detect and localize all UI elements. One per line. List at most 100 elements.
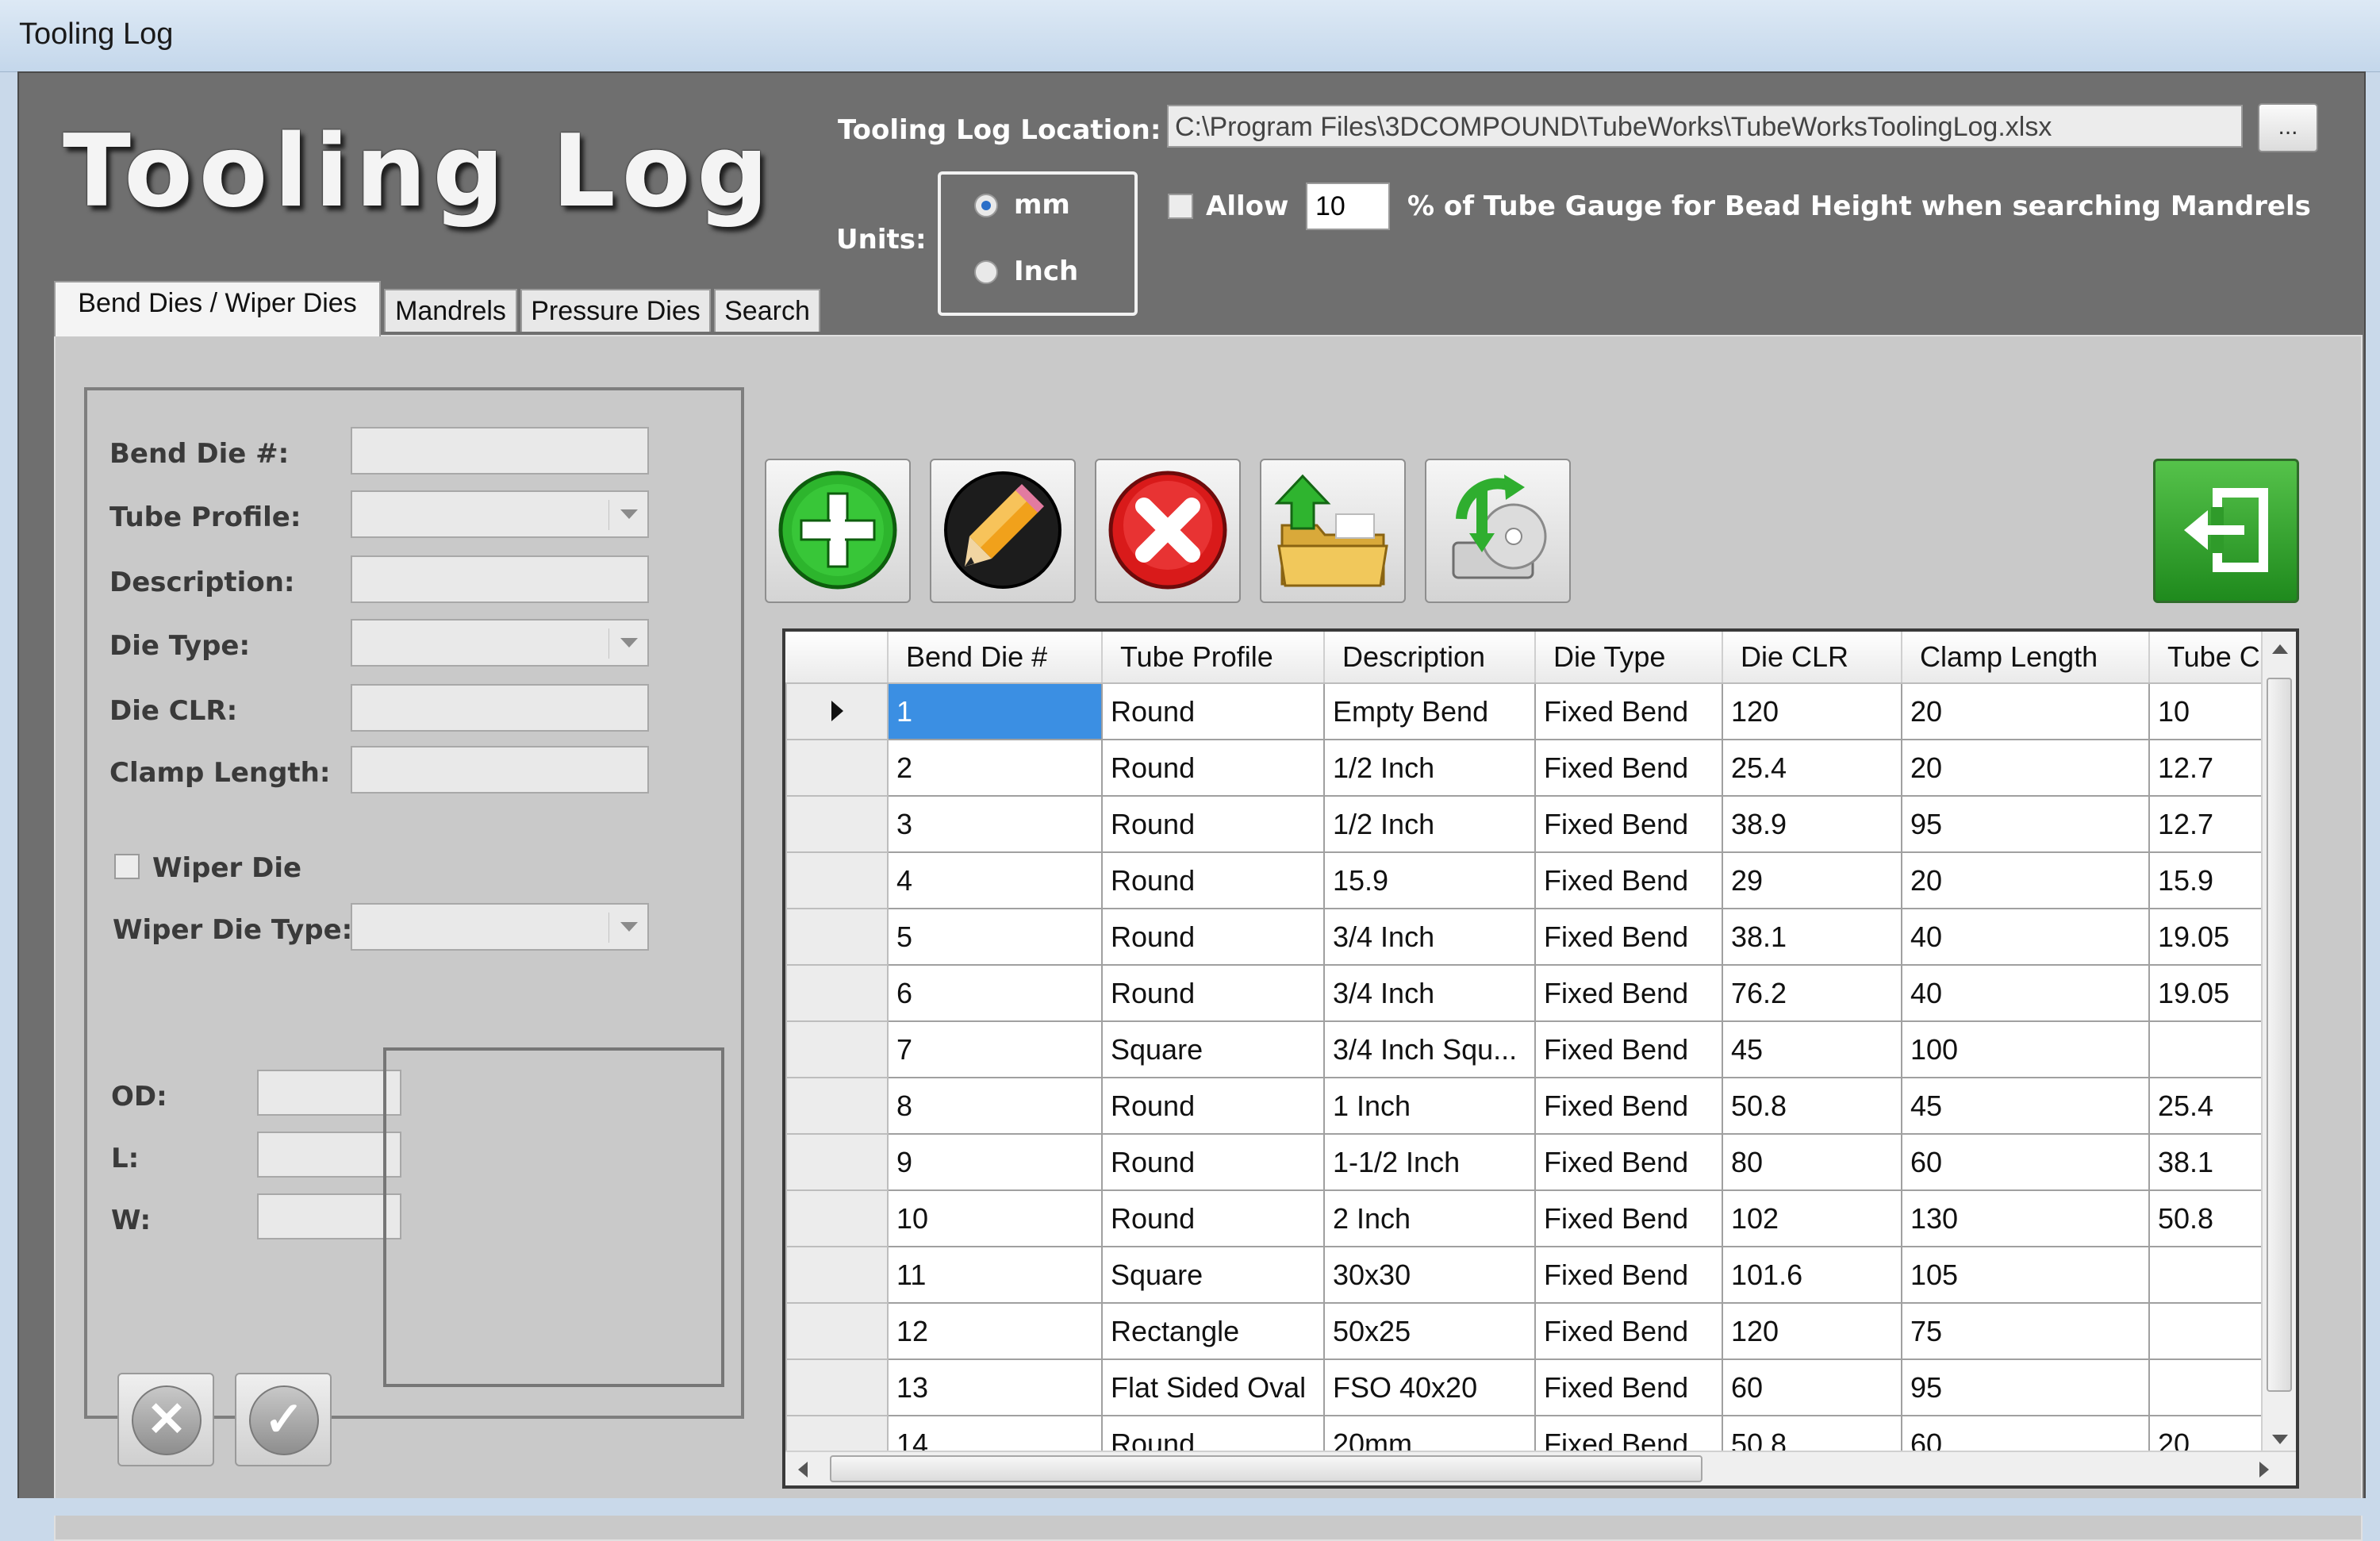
units-inch-radio[interactable] bbox=[974, 260, 998, 284]
table-cell[interactable]: 1/2 Inch bbox=[1323, 795, 1536, 853]
table-row[interactable]: 9 Round 1-1/2 Inch Fixed Bend 80 60 38.1 bbox=[785, 1133, 2263, 1191]
chevron-down-icon[interactable] bbox=[620, 638, 638, 648]
table-cell[interactable]: 2 Inch bbox=[1323, 1189, 1536, 1247]
table-cell[interactable]: Fixed Bend bbox=[1534, 1246, 1723, 1304]
column-header-tube[interactable]: Tube C bbox=[2149, 632, 2263, 684]
table-cell[interactable]: 5 bbox=[887, 908, 1103, 966]
wiper-die-type-select[interactable] bbox=[351, 903, 649, 951]
table-cell[interactable]: 20 bbox=[1901, 739, 2150, 797]
table-cell[interactable]: 40 bbox=[1901, 908, 2150, 966]
table-cell[interactable]: 10 bbox=[887, 1189, 1103, 1247]
row-header[interactable] bbox=[785, 1358, 889, 1416]
wiper-die-checkbox[interactable] bbox=[114, 854, 140, 879]
allow-checkbox[interactable] bbox=[1168, 194, 1193, 219]
die-clr-input[interactable] bbox=[351, 684, 649, 732]
table-cell[interactable]: 60 bbox=[1722, 1358, 1902, 1416]
row-header[interactable] bbox=[785, 851, 889, 909]
table-cell[interactable]: Fixed Bend bbox=[1534, 1077, 1723, 1135]
table-cell[interactable]: 4 bbox=[887, 851, 1103, 909]
table-cell[interactable]: 8 bbox=[887, 1077, 1103, 1135]
table-cell[interactable]: 13 bbox=[887, 1358, 1103, 1416]
column-header-bend-die[interactable]: Bend Die # bbox=[888, 632, 1103, 684]
table-row[interactable]: 10 Round 2 Inch Fixed Bend 102 130 50.8 bbox=[785, 1189, 2263, 1247]
row-header[interactable] bbox=[785, 795, 889, 853]
table-cell[interactable]: 60 bbox=[1901, 1133, 2150, 1191]
units-mm-label[interactable]: mm bbox=[1014, 189, 1070, 221]
bend-die-number-input[interactable] bbox=[351, 427, 649, 475]
tab-bend-dies[interactable]: Bend Dies / Wiper Dies bbox=[54, 281, 381, 336]
table-cell[interactable] bbox=[2148, 1302, 2263, 1360]
column-header-tube-profile[interactable]: Tube Profile bbox=[1102, 632, 1325, 684]
table-cell[interactable]: 38.9 bbox=[1722, 795, 1902, 853]
table-cell[interactable]: 95 bbox=[1901, 795, 2150, 853]
table-cell[interactable]: 15.9 bbox=[2148, 851, 2263, 909]
table-cell[interactable]: 12 bbox=[887, 1302, 1103, 1360]
table-cell[interactable]: 1 bbox=[887, 682, 1103, 740]
table-row[interactable]: 13 Flat Sided Oval FSO 40x20 Fixed Bend 60 95 bbox=[785, 1358, 2263, 1416]
table-cell[interactable]: 25.4 bbox=[2148, 1077, 2263, 1135]
table-cell[interactable]: 3/4 Inch bbox=[1323, 964, 1536, 1022]
table-cell[interactable]: 45 bbox=[1901, 1077, 2150, 1135]
description-input[interactable] bbox=[351, 555, 649, 603]
scroll-down-icon[interactable] bbox=[2272, 1435, 2288, 1444]
row-header[interactable] bbox=[785, 1020, 889, 1078]
table-row[interactable]: 7 Square 3/4 Inch Squ... Fixed Bend 45 100 bbox=[785, 1020, 2263, 1078]
table-row[interactable]: 1 Round Empty Bend Fixed Bend 120 20 10 bbox=[785, 682, 2263, 740]
tube-profile-select[interactable] bbox=[351, 490, 649, 538]
table-row[interactable]: 5 Round 3/4 Inch Fixed Bend 38.1 40 19.05 bbox=[785, 908, 2263, 966]
table-cell[interactable]: Rectangle bbox=[1101, 1302, 1325, 1360]
edit-button[interactable] bbox=[930, 459, 1076, 603]
table-cell[interactable]: 50.8 bbox=[2148, 1189, 2263, 1247]
table-cell[interactable]: Fixed Bend bbox=[1534, 795, 1723, 853]
table-cell[interactable]: Fixed Bend bbox=[1534, 739, 1723, 797]
table-cell[interactable]: Fixed Bend bbox=[1534, 1358, 1723, 1416]
table-cell[interactable]: 29 bbox=[1722, 851, 1902, 909]
scroll-up-icon[interactable] bbox=[2272, 644, 2288, 654]
column-header-description[interactable]: Description bbox=[1324, 632, 1536, 684]
clamp-length-input[interactable] bbox=[351, 746, 649, 794]
table-cell[interactable] bbox=[2148, 1246, 2263, 1304]
table-cell[interactable]: Round bbox=[1101, 1133, 1325, 1191]
table-cell[interactable]: 105 bbox=[1901, 1246, 2150, 1304]
table-cell[interactable]: 7 bbox=[887, 1020, 1103, 1078]
table-cell[interactable]: 102 bbox=[1722, 1189, 1902, 1247]
table-row[interactable]: 11 Square 30x30 Fixed Bend 101.6 105 bbox=[785, 1246, 2263, 1304]
confirm-edit-button[interactable]: ✓ bbox=[235, 1373, 332, 1466]
table-cell[interactable]: Round bbox=[1101, 739, 1325, 797]
table-cell[interactable]: 50.8 bbox=[1722, 1077, 1902, 1135]
location-path-field[interactable]: C:\Program Files\3DCOMPOUND\TubeWorks\Tu… bbox=[1167, 105, 2243, 148]
units-mm-radio[interactable] bbox=[974, 194, 998, 217]
table-cell[interactable]: Round bbox=[1101, 1077, 1325, 1135]
bead-height-percent-input[interactable]: 10 bbox=[1306, 183, 1390, 230]
row-header[interactable] bbox=[785, 1133, 889, 1191]
grid-vertical-scrollbar[interactable] bbox=[2261, 632, 2296, 1457]
scroll-left-icon[interactable] bbox=[798, 1462, 808, 1478]
table-cell[interactable] bbox=[2148, 1020, 2263, 1078]
w-input[interactable] bbox=[257, 1193, 401, 1239]
table-cell[interactable]: 101.6 bbox=[1722, 1246, 1902, 1304]
row-header[interactable] bbox=[785, 739, 889, 797]
add-button[interactable] bbox=[765, 459, 911, 603]
table-cell[interactable]: 20 bbox=[1901, 851, 2150, 909]
table-cell[interactable]: 38.1 bbox=[1722, 908, 1902, 966]
table-cell[interactable]: Fixed Bend bbox=[1534, 964, 1723, 1022]
table-cell[interactable] bbox=[2148, 1358, 2263, 1416]
table-row[interactable]: 2 Round 1/2 Inch Fixed Bend 25.4 20 12.7 bbox=[785, 739, 2263, 797]
table-cell[interactable]: 9 bbox=[887, 1133, 1103, 1191]
table-cell[interactable]: Empty Bend bbox=[1323, 682, 1536, 740]
table-cell[interactable]: Fixed Bend bbox=[1534, 1133, 1723, 1191]
table-cell[interactable]: Round bbox=[1101, 1189, 1325, 1247]
units-inch-label[interactable]: Inch bbox=[1014, 256, 1078, 287]
horizontal-scroll-thumb[interactable] bbox=[830, 1455, 1702, 1482]
bend-dies-grid[interactable]: Bend Die # Tube Profile Description Die … bbox=[782, 628, 2299, 1489]
table-cell[interactable]: 1/2 Inch bbox=[1323, 739, 1536, 797]
od-input[interactable] bbox=[257, 1070, 401, 1116]
table-row[interactable]: 12 Rectangle 50x25 Fixed Bend 120 75 bbox=[785, 1302, 2263, 1360]
table-cell[interactable]: Fixed Bend bbox=[1534, 1189, 1723, 1247]
table-cell[interactable]: Fixed Bend bbox=[1534, 1302, 1723, 1360]
import-button[interactable] bbox=[1260, 459, 1406, 603]
table-cell[interactable]: 20 bbox=[1901, 682, 2150, 740]
table-cell[interactable]: 80 bbox=[1722, 1133, 1902, 1191]
tab-mandrels[interactable]: Mandrels bbox=[384, 289, 517, 332]
table-row[interactable]: 8 Round 1 Inch Fixed Bend 50.8 45 25.4 bbox=[785, 1077, 2263, 1135]
